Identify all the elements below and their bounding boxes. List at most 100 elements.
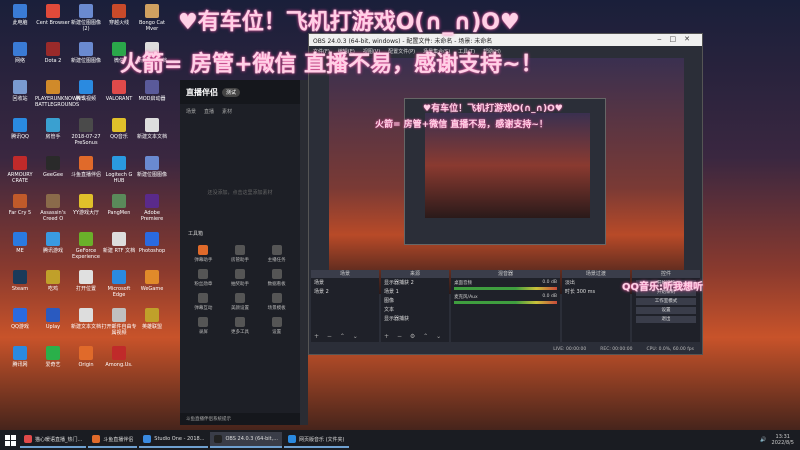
desktop-icon[interactable]: GeeGee [35,156,71,178]
desktop-icon[interactable]: Uplay [35,308,71,330]
desktop-icon[interactable]: ME [2,232,38,254]
desktop-icon[interactable]: 新建位图图像 (2) [68,4,104,32]
desktop-icon[interactable]: 斗鱼直播伴侣 [68,156,104,178]
desktop-icon[interactable]: 新建 RTF 文档 [101,232,137,254]
taskbar-item[interactable]: 猫心暖语直播_热门... [20,432,87,448]
tool-item[interactable]: 粉丝勋章 [186,269,221,287]
window-controls[interactable]: ‒□✕ [657,35,698,43]
desktop-icon[interactable]: Microsoft Edge [101,270,137,298]
taskbar-item[interactable]: 网页版音乐 (文件夹) [284,432,349,448]
desktop-icon[interactable]: PLAYERUNKNOWN'S BATTLEGROUNDS [35,80,85,108]
desktop-icon[interactable]: 吃鸡 [35,270,71,292]
desktop-icon[interactable]: Far Cry 5 [2,194,38,216]
duration-value[interactable]: 300 ms [577,289,596,295]
source-item[interactable]: 显示器捕获 [381,314,449,323]
settings-button[interactable]: 设置 [635,307,696,314]
taskbar-item[interactable]: 斗鱼直播伴侣 [88,432,138,448]
desktop-icon[interactable]: GeForce Experience [68,232,104,260]
scenes-dock-buttons[interactable]: + − ⌃ ⌄ [314,333,361,340]
source-item[interactable]: 文本 [381,305,449,314]
desktop-icon[interactable]: 2018-07-27 PreSonus [68,118,104,146]
empty-hint[interactable]: 还没添加，点击这里添加素材 [180,189,300,196]
desktop-icon[interactable]: Steam [2,270,38,292]
tool-item[interactable]: 房管助手 [223,245,258,263]
volume-meter[interactable] [454,301,557,304]
tab-live[interactable]: 直播 [204,108,214,115]
desktop-icon[interactable]: Photoshop [134,232,170,254]
system-tray: 🔊 13:31 2022/8/5 [760,434,800,446]
desktop-icon[interactable]: 打开邮件自由专属视频 [101,308,137,336]
desktop-icon[interactable]: Cent Browser [35,4,71,26]
desktop-icon[interactable]: 新建位图图像 [134,156,170,178]
source-item[interactable]: 场景 1 [381,287,449,296]
tool-icon [198,317,209,327]
tool-item[interactable]: 更多工具 [223,317,258,335]
desktop-icon[interactable]: 此电脑 [2,4,38,26]
desktop-icon[interactable]: Among.Us. [101,346,137,368]
volume-meter[interactable] [454,287,557,290]
desktop-icon[interactable]: 新建位图图像 [68,42,104,64]
desktop-icon[interactable]: QQ游戏 [2,308,38,330]
tool-item[interactable]: 弹幕互动 [186,293,221,311]
desktop-icon[interactable]: PangMen [101,194,137,216]
desktop-icon[interactable]: 穿越火线 [101,4,137,26]
app-icon [13,80,27,94]
studio-mode-button[interactable]: 工作室模式 [635,298,696,305]
desktop-icon-label: Origin [78,362,94,368]
exit-button[interactable]: 退出 [635,316,696,323]
desktop-icon[interactable]: YY游戏大厅 [68,194,104,216]
desktop-icon[interactable]: Assassin's Creed O [35,194,71,222]
tool-icon [271,293,282,303]
tool-item[interactable]: 设置 [259,317,294,335]
tab-material[interactable]: 素材 [222,108,232,115]
source-item[interactable]: 显示器捕获 2 [381,278,449,287]
start-button[interactable] [0,430,20,450]
desktop-icon[interactable]: Origin [68,346,104,368]
scene-item[interactable]: 场景 [311,278,379,287]
clock[interactable]: 13:31 2022/8/5 [772,434,794,446]
desktop-icon[interactable]: Logitech G HUB [101,156,137,184]
desktop-icon[interactable]: VALORANT [101,80,137,102]
desktop-icon[interactable]: ARMOURY CRATE [2,156,38,184]
scene-item[interactable]: 场景 2 [311,287,379,296]
obs-preview[interactable]: ♥有车位！飞机打游戏O(∩_∩)O♥ 火箭= 房管+微信 直播不易，感谢支持~！ [329,58,684,294]
taskbar-item[interactable]: Studio One - 2018... [139,432,209,448]
mixer-row: 桌面音频 0.0 dB [451,278,560,292]
desktop-icon[interactable]: Bongo Cat Mver [134,4,170,32]
desktop-icon[interactable]: 爱奇艺 [35,346,71,368]
source-item[interactable]: 图像 [381,296,449,305]
tool-item[interactable]: 抽奖助手 [223,269,258,287]
tools-grid: 弹幕助手 房管助手 主播任务粉丝勋章 抽奖助手 数据看板弹幕互动 美颜设置 场景模板录屏 更多… [180,241,300,339]
tools-title: 工具箱 [188,231,204,237]
speaker-icon[interactable]: 🔊 [760,437,766,443]
desktop-icon-label: 回收站 [12,96,28,102]
desktop-icon[interactable]: 新建文本文档 [134,118,170,140]
desktop-icon[interactable]: 网络 [2,42,38,64]
tab-scenes[interactable]: 场景 [186,108,196,115]
tool-item[interactable]: 数据看板 [259,269,294,287]
desktop-icon[interactable]: 回收站 [2,80,38,102]
desktop-icon[interactable]: 腾讯视频 [68,80,104,102]
tool-item[interactable]: 弹幕助手 [186,245,221,263]
app-icon [145,156,159,170]
desktop-icon[interactable]: 腾讯QQ [2,118,38,140]
desktop-icon[interactable]: MOD启动器 [134,80,170,102]
tool-item[interactable]: 主播任务 [259,245,294,263]
desktop-icon[interactable]: 英雄联盟 [134,308,170,330]
tool-item[interactable]: 美颜设置 [223,293,258,311]
transition-select[interactable]: 淡出 [562,278,630,287]
tool-item[interactable]: 录屏 [186,317,221,335]
desktop-icon[interactable]: Dota 2 [35,42,71,64]
desktop-icon[interactable]: WeGame [134,270,170,292]
desktop-icon[interactable]: 新建文本文档 [68,308,104,330]
desktop-icon-label: 新建文本文档 [136,134,167,140]
desktop-icon[interactable]: 打开位置 [68,270,104,292]
desktop-icon[interactable]: 腾讯游戏 [35,232,71,254]
sources-dock-buttons[interactable]: + − ⚙ ⌃ ⌄ [384,333,444,340]
desktop-icon[interactable]: 腾讯网 [2,346,38,368]
desktop-icon[interactable]: Adobe Premiere [134,194,170,222]
desktop-icon[interactable]: 房管手 [35,118,71,140]
desktop-icon[interactable]: QQ音乐 [101,118,137,140]
tool-item[interactable]: 场景模板 [259,293,294,311]
taskbar-item[interactable]: OBS 24.0.3 (64-bit,... [210,432,283,448]
